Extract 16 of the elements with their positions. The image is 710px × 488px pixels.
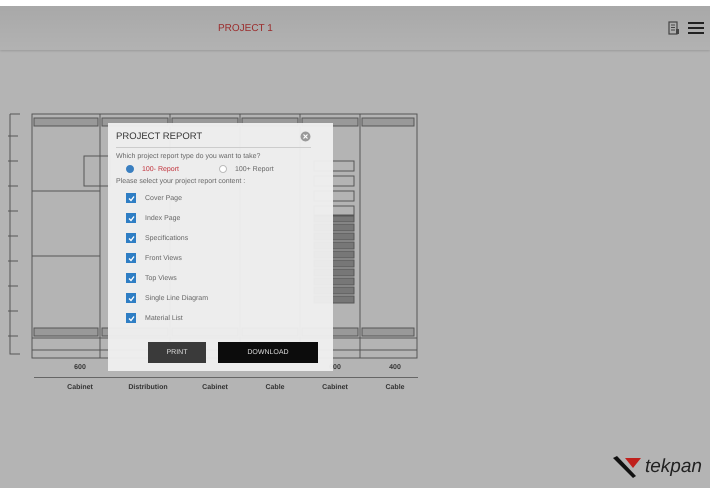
checkbox[interactable]	[126, 193, 136, 203]
dialog-title: PROJECT REPORT	[116, 131, 202, 142]
logo-text: tekpan	[644, 456, 702, 478]
checkbox[interactable]	[126, 253, 136, 263]
close-icon[interactable]	[300, 131, 311, 142]
checkbox[interactable]	[126, 213, 136, 223]
radio-button[interactable]	[126, 165, 134, 173]
checkbox[interactable]	[126, 313, 136, 323]
menu-icon[interactable]	[688, 21, 704, 35]
checkbox[interactable]	[126, 233, 136, 243]
logo-mark-icon	[612, 456, 643, 478]
checkbox[interactable]	[126, 293, 136, 303]
project-title: PROJECT 1	[218, 22, 273, 34]
checkbox[interactable]	[126, 273, 136, 283]
report-icon[interactable]	[668, 21, 680, 35]
radio-button[interactable]	[218, 165, 227, 173]
